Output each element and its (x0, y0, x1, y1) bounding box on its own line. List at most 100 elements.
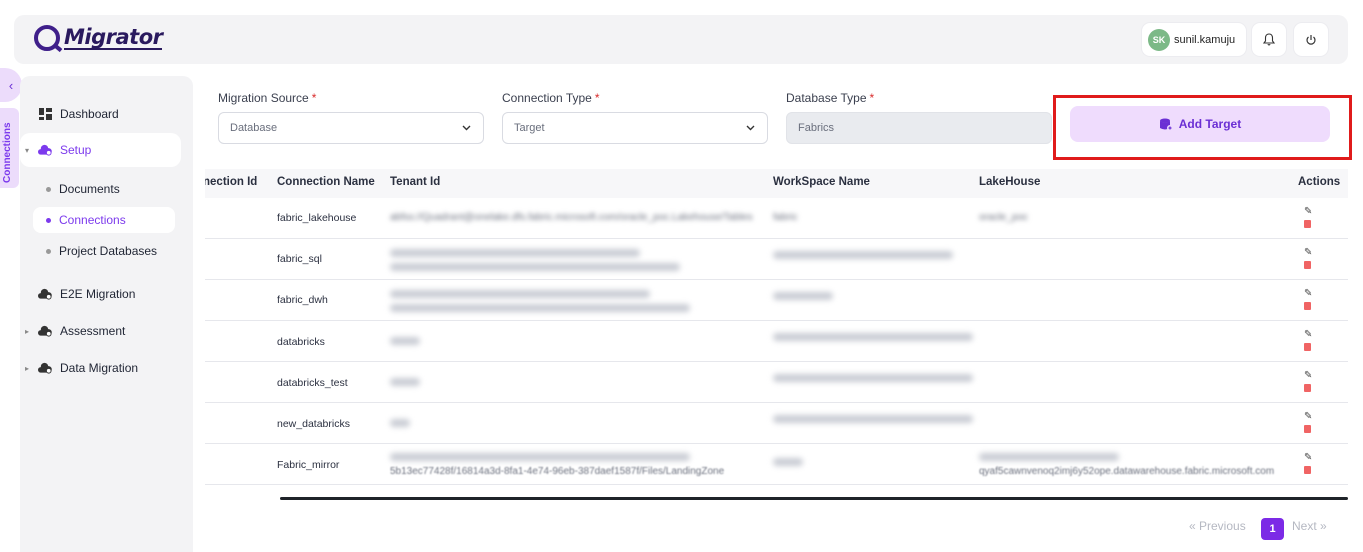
edit-icon[interactable]: ✎ (1304, 206, 1312, 217)
delete-icon[interactable] (1304, 261, 1311, 269)
sidebar-subitem-project-databases[interactable]: Project Databases (33, 238, 175, 264)
avatar: SK (1148, 28, 1170, 51)
migration-source-label: Migration Source * (218, 91, 316, 105)
sidebar-subitem-label: Connections (59, 213, 126, 227)
connection-name: Fabric_mirror (277, 459, 340, 471)
logout-button[interactable] (1294, 23, 1328, 56)
chevron-left-icon: ‹ (8, 77, 14, 93)
edit-icon[interactable]: ✎ (1304, 411, 1312, 422)
sidebar-item-assessment[interactable]: ▸ Assessment (20, 314, 181, 348)
edit-icon[interactable]: ✎ (1304, 370, 1312, 381)
sidebar: Dashboard ▾ Setup Documents Connections … (20, 76, 193, 552)
workspace-blurred (773, 292, 833, 300)
workspace-blurred (773, 374, 973, 382)
sidebar-item-label: Dashboard (60, 107, 119, 121)
column-header-lakehouse[interactable]: LakeHouse (979, 176, 1040, 188)
select-value: Database (230, 122, 278, 134)
delete-icon[interactable] (1304, 384, 1311, 392)
bell-icon (1263, 33, 1275, 46)
chevron-down-icon (746, 125, 755, 131)
pagination-page-1[interactable]: 1 (1261, 518, 1284, 540)
required-mark: * (869, 91, 875, 105)
tenant-id-blurred (390, 378, 420, 386)
delete-icon[interactable] (1304, 220, 1311, 228)
table-row: databricks_test ✎ (205, 362, 1348, 403)
sidebar-item-setup[interactable]: ▾ Setup (20, 133, 181, 167)
caret-down-icon: ▾ (25, 145, 30, 155)
workspace-blurred (773, 251, 953, 259)
sidebar-subitem-connections[interactable]: Connections (33, 207, 175, 233)
sidebar-item-data-migration[interactable]: ▸ Data Migration (20, 351, 181, 385)
column-header-connection-id[interactable]: nection Id (205, 176, 257, 188)
cloud-gear-icon (38, 287, 52, 301)
sidebar-item-label: E2E Migration (60, 287, 136, 301)
required-mark: * (594, 91, 600, 105)
sidebar-item-label: Assessment (60, 324, 126, 338)
table-row: fabric_lakehouse abfss://Quadrant@onelak… (205, 198, 1348, 239)
tenant-id-blurred (390, 419, 410, 427)
column-header-tenant-id[interactable]: Tenant Id (390, 176, 440, 188)
label-text: Database Type (786, 91, 867, 105)
user-menu[interactable]: SK sunil.kamuju (1142, 23, 1246, 56)
edit-icon[interactable]: ✎ (1304, 288, 1312, 299)
cloud-gear-icon (38, 361, 52, 375)
pagination-previous[interactable]: « Previous (1189, 519, 1246, 533)
sidebar-subitem-documents[interactable]: Documents (33, 176, 175, 202)
table-row: new_databricks ✎ (205, 403, 1348, 444)
lakehouse-blurred (979, 453, 1119, 461)
lakehouse-partial: qyaf5cawnvenoq2imj6y52ope.datawarehouse.… (979, 466, 1275, 477)
app-header: Migrator SK sunil.kamuju (14, 15, 1348, 64)
caret-right-icon: ▸ (25, 363, 30, 373)
workspace-blurred (773, 415, 973, 423)
sidebar-item-dashboard[interactable]: Dashboard (20, 97, 181, 131)
horizontal-scrollbar[interactable] (280, 497, 1348, 500)
connections-side-tab[interactable]: Connections (0, 108, 19, 188)
table-row: databricks ✎ (205, 321, 1348, 362)
cloud-gear-icon (38, 143, 52, 157)
delete-icon[interactable] (1304, 466, 1311, 474)
connection-name: databricks_test (277, 377, 348, 389)
bullet-icon (46, 248, 51, 254)
table-row: fabric_sql ✎ (205, 239, 1348, 280)
edit-icon[interactable]: ✎ (1304, 452, 1312, 463)
edit-icon[interactable]: ✎ (1304, 329, 1312, 340)
column-header-workspace-name[interactable]: WorkSpace Name (773, 176, 870, 188)
tenant-id-blurred (390, 290, 650, 298)
sidebar-item-label: Data Migration (60, 361, 139, 375)
table-header: nection Id Connection Name Tenant Id Wor… (205, 169, 1348, 198)
sidebar-collapse-button[interactable]: ‹ (0, 68, 22, 102)
logo-text: Migrator (64, 25, 163, 50)
sidebar-subitem-label: Project Databases (59, 244, 158, 258)
column-header-connection-name[interactable]: Connection Name (277, 176, 375, 188)
connection-type-select[interactable]: Target (502, 112, 768, 144)
power-icon (1306, 34, 1316, 45)
table-row: fabric_dwh ✎ (205, 280, 1348, 321)
delete-icon[interactable] (1304, 302, 1311, 310)
logo-mark-icon (34, 25, 60, 51)
migration-source-select[interactable]: Database (218, 112, 484, 144)
connection-type-label: Connection Type * (502, 91, 600, 105)
highlight-box (1053, 95, 1352, 160)
tenant-id-blurred (390, 263, 680, 271)
required-mark: * (311, 91, 317, 105)
notifications-button[interactable] (1252, 23, 1286, 56)
select-value: Fabrics (798, 122, 835, 134)
tenant-id-blurred (390, 249, 640, 257)
select-value: Target (514, 122, 545, 134)
edit-icon[interactable]: ✎ (1304, 247, 1312, 258)
label-text: Migration Source (218, 91, 309, 105)
bullet-icon (46, 186, 51, 192)
database-type-label: Database Type * (786, 91, 874, 105)
workspace-blurred (773, 333, 973, 341)
delete-icon[interactable] (1304, 343, 1311, 351)
sidebar-subitem-label: Documents (59, 182, 120, 196)
delete-icon[interactable] (1304, 425, 1311, 433)
connection-name: fabric_dwh (277, 294, 328, 306)
pagination-next[interactable]: Next » (1292, 519, 1327, 533)
bullet-icon (46, 217, 51, 223)
lakehouse-blurred: oracle_poc (979, 212, 1028, 223)
connections-table: nection Id Connection Name Tenant Id Wor… (205, 169, 1348, 500)
sidebar-item-e2e-migration[interactable]: E2E Migration (20, 277, 181, 311)
tenant-id-blurred (390, 453, 690, 461)
app-logo[interactable]: Migrator (34, 25, 163, 51)
